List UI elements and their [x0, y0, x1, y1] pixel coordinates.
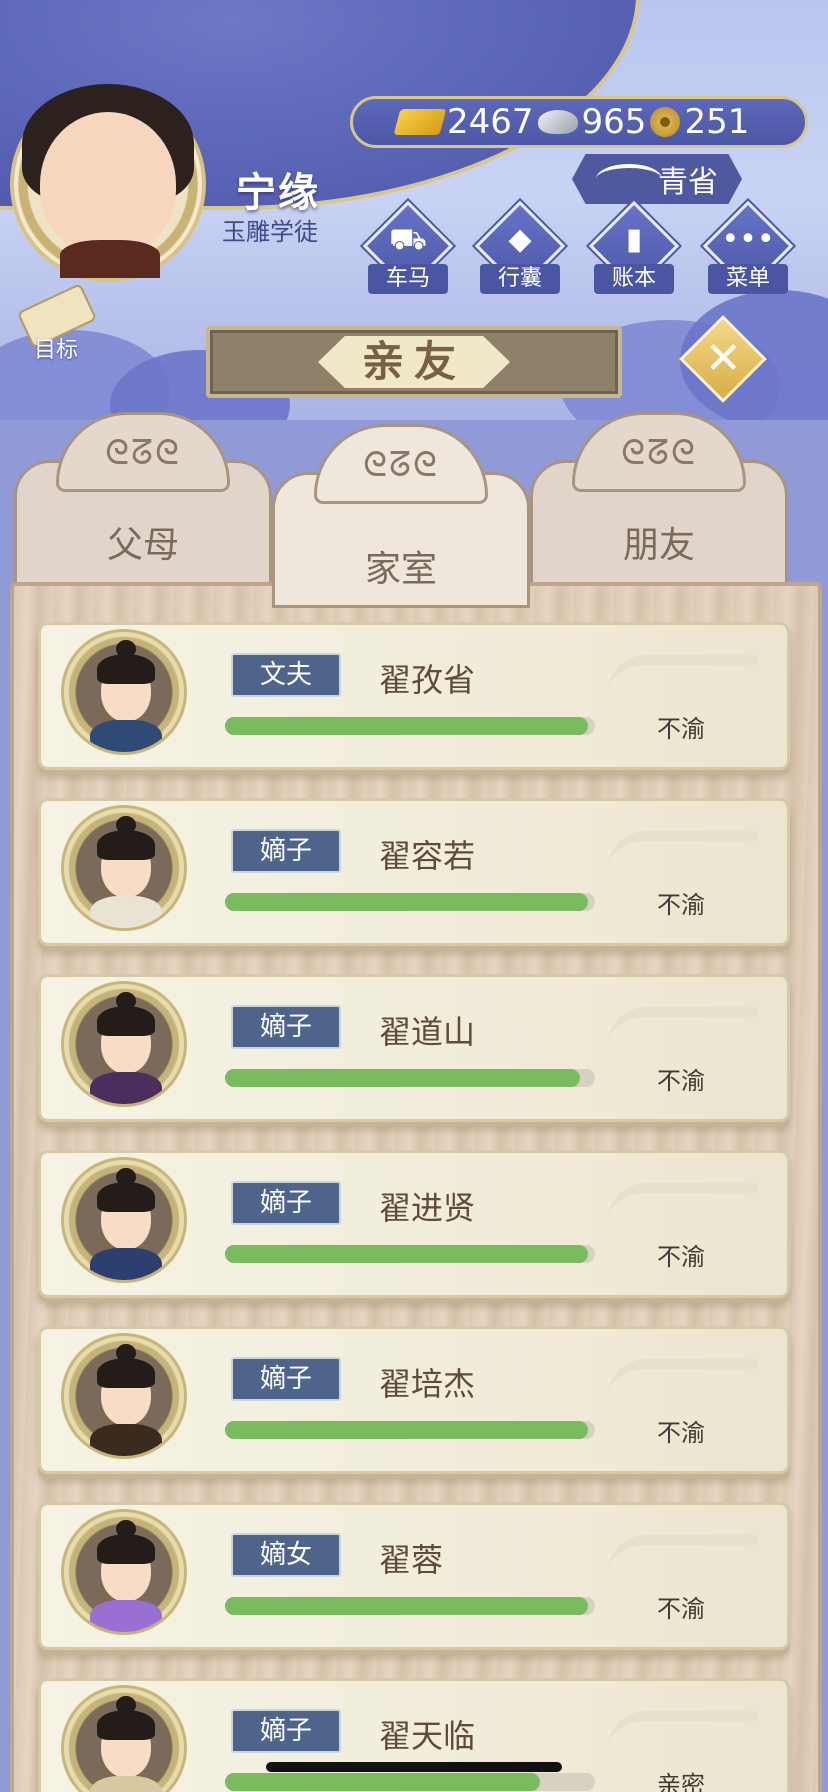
wave-decoration: [607, 1183, 757, 1223]
cloud-crest-icon: [572, 412, 746, 492]
affinity-bar-fill: [225, 1773, 540, 1791]
more-icon: •••: [721, 222, 775, 257]
member-card[interactable]: 嫡子 翟进贤 不渝: [38, 1150, 790, 1298]
member-role-badge: 嫡子: [231, 1709, 341, 1753]
page-title: 亲友: [318, 336, 510, 388]
affinity-bar-fill: [225, 1069, 581, 1087]
member-name: 翟孜省: [379, 661, 476, 699]
affinity-bar-fill: [225, 893, 588, 911]
member-mood: 不渝: [657, 1595, 705, 1623]
member-portrait[interactable]: [61, 1685, 187, 1792]
region-label: 青省: [658, 165, 718, 200]
player-avatar[interactable]: [10, 84, 206, 282]
affinity-bar: [225, 1597, 595, 1615]
tab-parents[interactable]: 父母: [14, 412, 272, 596]
menu-label: 菜单: [708, 264, 788, 294]
member-role-badge: 嫡子: [231, 829, 341, 873]
region-button[interactable]: 青省: [572, 154, 742, 204]
member-card[interactable]: 文夫 翟孜省 不渝: [38, 622, 790, 770]
avatar-robe: [60, 240, 160, 278]
member-card[interactable]: 嫡子 翟培杰 不渝: [38, 1326, 790, 1474]
member-name: 翟培杰: [379, 1365, 476, 1403]
member-name: 翟进贤: [379, 1189, 476, 1227]
menu-bag-button[interactable]: ◆ 行囊: [474, 200, 566, 298]
member-name: 翟天临: [379, 1717, 476, 1755]
goal-label: 目标: [33, 338, 78, 363]
menu-label: 行囊: [480, 264, 560, 294]
member-name: 翟蓉: [379, 1541, 444, 1579]
player-name: 宁缘: [236, 170, 320, 216]
menu-label: 账本: [594, 264, 674, 294]
member-mood: 不渝: [657, 1243, 705, 1271]
bag-icon: ◆: [508, 222, 532, 257]
gold-ingot-icon: [393, 109, 447, 135]
affinity-bar-fill: [225, 1597, 588, 1615]
avatar-face: [40, 112, 176, 256]
tab-family[interactable]: 家室: [272, 424, 530, 608]
member-card[interactable]: 嫡女 翟蓉 不渝: [38, 1502, 790, 1650]
goal-button[interactable]: 目标: [14, 283, 98, 363]
member-name: 翟容若: [379, 837, 476, 875]
member-role-badge: 嫡女: [231, 1533, 341, 1577]
member-mood: 不渝: [657, 1419, 705, 1447]
currency-bar: 2467 965 251: [350, 96, 808, 148]
affinity-bar-fill: [225, 717, 588, 735]
affinity-bar: [225, 717, 595, 735]
member-card[interactable]: 嫡子 翟容若 不渝: [38, 798, 790, 946]
tab-label: 家室: [364, 549, 437, 590]
member-portrait[interactable]: [61, 1509, 187, 1635]
player-title: 玉雕学徒: [222, 218, 318, 246]
tab-label: 朋友: [622, 525, 695, 566]
member-portrait[interactable]: [61, 1157, 187, 1283]
member-role-badge: 文夫: [231, 653, 341, 697]
affinity-bar: [225, 1245, 595, 1263]
member-portrait[interactable]: [61, 805, 187, 931]
member-portrait[interactable]: [61, 629, 187, 755]
ledger-icon: ▮: [625, 222, 643, 257]
silver-amount: 965: [581, 102, 647, 142]
wave-decoration: [607, 831, 757, 871]
member-role-badge: 嫡子: [231, 1005, 341, 1049]
region-icon: [596, 164, 662, 194]
member-card[interactable]: 嫡子 翟天临 亲密: [38, 1678, 790, 1792]
silver-ingot-icon: [537, 110, 578, 134]
wave-decoration: [607, 1535, 757, 1575]
affinity-bar-fill: [225, 1245, 588, 1263]
tab-label: 父母: [106, 525, 179, 566]
menu-ledger-button[interactable]: ▮ 账本: [588, 200, 680, 298]
menu-more-button[interactable]: ••• 菜单: [702, 200, 794, 298]
wave-decoration: [607, 1711, 757, 1751]
member-mood: 亲密: [657, 1771, 705, 1792]
close-icon: ✕: [704, 333, 742, 385]
member-portrait[interactable]: [61, 981, 187, 1107]
page-title-banner: 亲友: [206, 326, 622, 398]
wave-decoration: [607, 1007, 757, 1047]
member-mood: 不渝: [657, 1067, 705, 1095]
wave-decoration: [607, 655, 757, 695]
member-name: 翟道山: [379, 1013, 476, 1051]
cloud-crest-icon: [56, 412, 230, 492]
wave-decoration: [607, 1359, 757, 1399]
member-mood: 不渝: [657, 715, 705, 743]
carriage-icon: ⛟: [389, 222, 427, 257]
affinity-bar-fill: [225, 1421, 588, 1439]
member-mood: 不渝: [657, 891, 705, 919]
gold-amount: 2467: [447, 102, 534, 142]
cloud-crest-icon: [314, 424, 488, 504]
menu-label: 车马: [368, 264, 448, 294]
coin-amount: 251: [684, 102, 750, 142]
affinity-bar: [225, 1069, 595, 1087]
menu-carriage-button[interactable]: ⛟ 车马: [362, 200, 454, 298]
member-card[interactable]: 嫡子 翟道山 不渝: [38, 974, 790, 1122]
home-indicator: [266, 1762, 562, 1772]
affinity-bar: [225, 1773, 595, 1791]
affinity-bar: [225, 893, 595, 911]
tab-friends[interactable]: 朋友: [530, 412, 788, 596]
member-portrait[interactable]: [61, 1333, 187, 1459]
copper-coin-icon: [650, 107, 681, 137]
affinity-bar: [225, 1421, 595, 1439]
member-role-badge: 嫡子: [231, 1357, 341, 1401]
member-role-badge: 嫡子: [231, 1181, 341, 1225]
